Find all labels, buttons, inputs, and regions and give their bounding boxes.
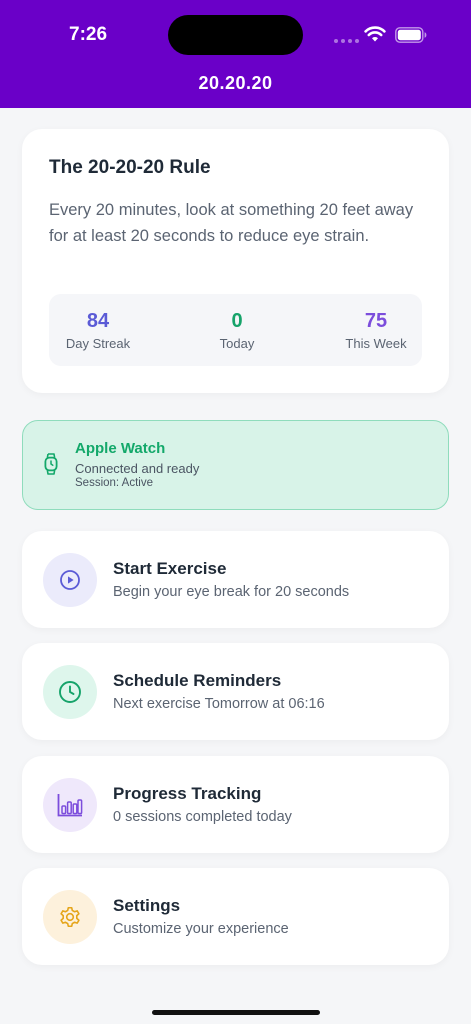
stat-this-week: 75 This Week bbox=[341, 310, 411, 351]
start-exercise-button[interactable]: Start Exercise Begin your eye break for … bbox=[22, 531, 449, 628]
stats-box: 84 Day Streak 0 Today 75 This Week bbox=[49, 294, 422, 366]
stat-label: Day Streak bbox=[65, 336, 131, 351]
stat-value: 84 bbox=[86, 310, 110, 332]
stat-value: 75 bbox=[364, 310, 388, 332]
cellular-signal-icon bbox=[334, 39, 359, 43]
menu-item-title: Schedule Reminders bbox=[113, 671, 282, 690]
watch-status: Connected and ready bbox=[75, 461, 200, 476]
wifi-icon bbox=[364, 26, 386, 42]
nav-title: 20.20.20 bbox=[198, 73, 273, 93]
watch-title: Apple Watch bbox=[75, 440, 166, 457]
home-indicator[interactable] bbox=[152, 1010, 320, 1015]
rule-description: Every 20 minutes, look at something 20 f… bbox=[49, 201, 414, 245]
play-icon bbox=[43, 553, 97, 607]
rule-title: The 20-20-20 Rule bbox=[49, 157, 211, 178]
menu-item-title: Settings bbox=[113, 896, 181, 915]
battery-icon bbox=[395, 27, 427, 43]
dynamic-island bbox=[168, 15, 303, 55]
schedule-reminders-button[interactable]: Schedule Reminders Next exercise Tomorro… bbox=[22, 643, 449, 740]
bar-chart-icon bbox=[43, 778, 97, 832]
menu-item-subtitle: Customize your experience bbox=[113, 921, 289, 937]
stat-label: This Week bbox=[345, 336, 407, 351]
progress-tracking-button[interactable]: Progress Tracking 0 sessions completed t… bbox=[22, 756, 449, 853]
stat-label: Today bbox=[219, 336, 255, 351]
clock-icon bbox=[43, 665, 97, 719]
menu-item-subtitle: 0 sessions completed today bbox=[113, 809, 292, 825]
menu-item-subtitle: Next exercise Tomorrow at 06:16 bbox=[113, 696, 325, 712]
menu-item-title: Start Exercise bbox=[113, 559, 227, 578]
rule-card: The 20-20-20 Rule Every 20 minutes, look… bbox=[22, 129, 449, 393]
settings-button[interactable]: Settings Customize your experience bbox=[22, 868, 449, 965]
menu-item-title: Progress Tracking bbox=[113, 784, 262, 803]
watch-icon bbox=[44, 453, 58, 475]
status-time: 7:26 bbox=[69, 24, 108, 45]
stat-today: 0 Today bbox=[209, 310, 265, 351]
stat-day-streak: 84 Day Streak bbox=[65, 310, 131, 351]
stat-value: 0 bbox=[231, 310, 243, 332]
apple-watch-card[interactable]: Apple Watch Connected and ready Session:… bbox=[22, 420, 449, 510]
app-header: 7:26 20.20.20 bbox=[0, 0, 471, 108]
watch-session: Session: Active bbox=[75, 477, 153, 489]
menu-item-subtitle: Begin your eye break for 20 seconds bbox=[113, 584, 350, 600]
gear-icon bbox=[43, 890, 97, 944]
